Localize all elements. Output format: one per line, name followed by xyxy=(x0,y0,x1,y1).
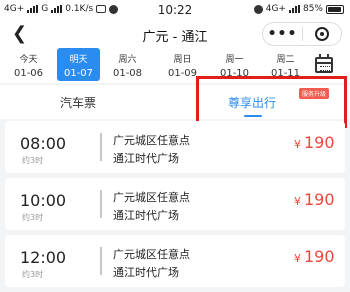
date-weekday: 明天 xyxy=(69,55,88,65)
price-value: 190 xyxy=(304,190,335,209)
origin: 广元城区任意点 xyxy=(113,248,190,261)
date-weekday: 周二 xyxy=(276,55,295,65)
destination: 通江时代广场 xyxy=(113,266,179,279)
price: ¥190 xyxy=(294,133,335,152)
calendar-button[interactable] xyxy=(313,53,335,75)
battery-icon xyxy=(326,4,344,14)
date-value: 01-07 xyxy=(63,68,94,79)
date-weekday: 周一 xyxy=(225,55,244,65)
currency-symbol: ¥ xyxy=(294,195,301,208)
network-label-3: 4G+ xyxy=(265,4,286,14)
tab-bus-ticket[interactable]: 汽车票 xyxy=(60,94,96,111)
route-line xyxy=(100,247,102,275)
date-item-today[interactable]: 今天 01-06 xyxy=(7,48,50,81)
route-line xyxy=(100,133,102,161)
mini-program-capsule: ••• xyxy=(262,22,342,46)
trip-duration: 约3时 xyxy=(22,156,44,165)
more-button[interactable]: ••• xyxy=(263,24,302,44)
status-right: 4G+ 85% xyxy=(253,4,344,14)
trip-card[interactable]: 12:00 约3时 广元城区任意点 通江时代广场 ¥190 xyxy=(5,235,345,287)
price-value: 190 xyxy=(304,247,335,266)
date-value: 01-06 xyxy=(13,68,44,79)
price: ¥190 xyxy=(294,190,335,209)
date-weekday: 今天 xyxy=(19,55,38,65)
origin: 广元城区任意点 xyxy=(113,191,190,204)
alarm-icon xyxy=(253,4,263,14)
date-weekday: 周日 xyxy=(173,55,192,65)
route-line xyxy=(100,190,102,218)
currency-symbol: ¥ xyxy=(294,252,301,265)
target-icon xyxy=(314,27,329,41)
departure-time: 08:00 xyxy=(20,134,67,153)
destination: 通江时代广场 xyxy=(113,209,179,222)
trip-duration: 约3时 xyxy=(22,270,44,279)
origin: 广元城区任意点 xyxy=(113,134,190,147)
date-weekday: 周六 xyxy=(118,55,137,65)
departure-time: 12:00 xyxy=(20,248,67,267)
date-value: 01-08 xyxy=(112,68,143,79)
price-value: 190 xyxy=(304,133,335,152)
signal-icon-3 xyxy=(288,5,300,13)
more-dots-icon: ••• xyxy=(267,26,298,42)
navigation-bar: ❮ 广元 - 通江 ••• xyxy=(0,20,350,48)
trip-card[interactable]: 10:00 约3时 广元城区任意点 通江时代广场 ¥190 xyxy=(5,178,345,230)
date-item-selected[interactable]: 明天 01-07 xyxy=(57,48,100,81)
destination: 通江时代广场 xyxy=(113,152,179,165)
currency-symbol: ¥ xyxy=(294,138,301,151)
status-bar: 4G+ G 0.1K/s 10:22 4G+ 85% xyxy=(0,0,350,20)
price: ¥190 xyxy=(294,247,335,266)
close-button[interactable] xyxy=(303,27,341,41)
departure-time: 10:00 xyxy=(20,191,67,210)
date-item[interactable]: 周六 01-08 xyxy=(106,48,149,81)
battery-percent: 85% xyxy=(302,4,323,14)
trip-card[interactable]: 08:00 约3时 广元城区任意点 通江时代广场 ¥190 xyxy=(5,121,345,173)
trip-duration: 约3时 xyxy=(22,213,44,222)
